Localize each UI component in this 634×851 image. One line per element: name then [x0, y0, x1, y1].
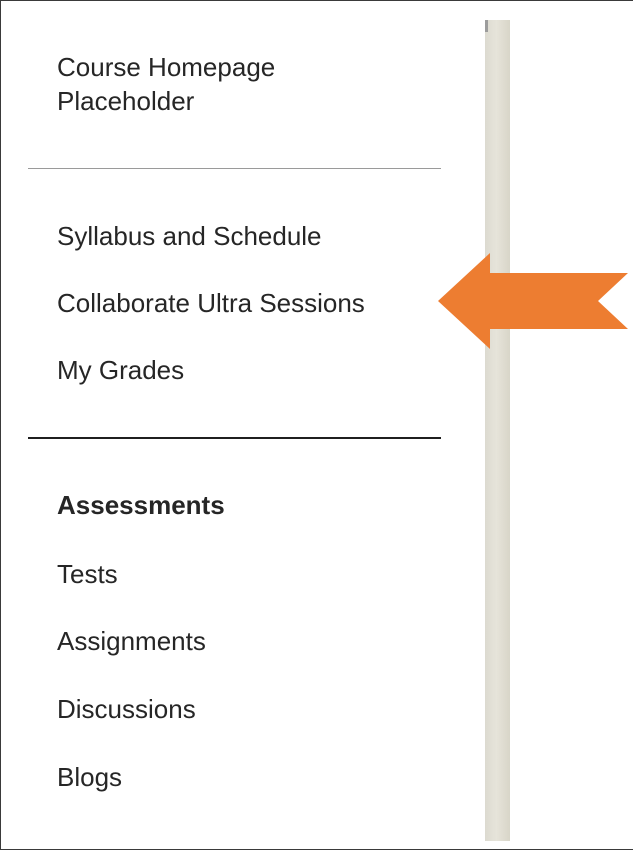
menu-item-blogs[interactable]: Blogs	[57, 760, 122, 794]
menu-item-syllabus-and-schedule[interactable]: Syllabus and Schedule	[57, 219, 322, 253]
menu-item-my-grades[interactable]: My Grades	[57, 353, 184, 387]
menu-divider-thin	[28, 168, 441, 169]
scrollbar-top-cap	[485, 20, 488, 32]
menu-heading-assessments: Assessments	[57, 490, 225, 520]
course-menu: Course Homepage Placeholder Syllabus and…	[10, 0, 485, 851]
menu-item-collaborate-ultra-sessions[interactable]: Collaborate Ultra Sessions	[57, 286, 365, 320]
menu-divider-thick	[28, 437, 441, 439]
menu-item-discussions[interactable]: Discussions	[57, 692, 196, 726]
menu-item-course-homepage[interactable]: Course Homepage Placeholder	[57, 50, 397, 118]
menu-item-tests[interactable]: Tests	[57, 557, 118, 591]
menu-scrollbar[interactable]	[485, 20, 510, 841]
left-arrow-icon	[438, 253, 628, 349]
menu-item-assignments[interactable]: Assignments	[57, 624, 206, 658]
